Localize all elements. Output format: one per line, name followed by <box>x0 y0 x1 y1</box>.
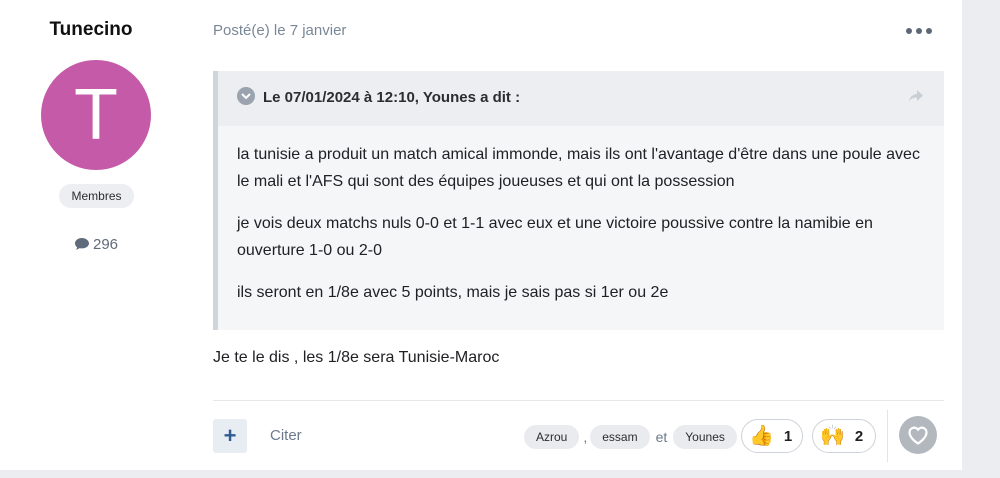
post-content: Je te le dis , les 1/8e sera Tunisie-Mar… <box>213 349 500 366</box>
share-arrow-icon[interactable] <box>908 89 924 108</box>
reaction-count: 2 <box>854 427 864 445</box>
chevron-down-icon[interactable] <box>237 87 255 105</box>
speech-bubble-icon <box>74 238 89 250</box>
quote-paragraph: ils seront en 1/8e avec 5 points, mais j… <box>237 284 669 301</box>
raised-hands-icon: 🙌 <box>820 425 845 447</box>
post-count: 296 <box>0 236 192 253</box>
quote-citation[interactable]: Le 07/01/2024 à 12:10, Younes a dit : <box>263 89 520 106</box>
multiquote-button[interactable]: + <box>213 419 247 453</box>
reactor-separator: et <box>655 429 668 445</box>
ellipsis-icon[interactable] <box>906 24 932 38</box>
post-date-value: 7 janvier <box>289 22 347 39</box>
post-count-value: 296 <box>92 236 119 253</box>
divider <box>887 410 888 462</box>
quote-body: la tunisie a produit un match amical imm… <box>237 141 927 321</box>
avatar[interactable]: T <box>41 60 151 170</box>
reactor-separator: , <box>583 429 588 445</box>
reaction-raised-hands[interactable]: 🙌 2 <box>812 419 876 453</box>
reactors-list: Azrou , essam et Younes <box>524 425 737 449</box>
quote-paragraph: je vois deux matchs nuls 0-0 et 1-1 avec… <box>237 215 873 259</box>
quote-paragraph: la tunisie a produit un match amical imm… <box>237 146 920 190</box>
author-name[interactable]: Tunecino <box>0 19 182 41</box>
thumbs-up-icon: 👍 <box>749 425 774 447</box>
reactor-chip[interactable]: Younes <box>673 425 737 449</box>
avatar-letter: T <box>74 75 118 155</box>
role-badge: Membres <box>59 184 134 208</box>
divider <box>213 400 944 401</box>
quote-header: Le 07/01/2024 à 12:10, Younes a dit : <box>218 71 944 126</box>
quote-block: Le 07/01/2024 à 12:10, Younes a dit : la… <box>213 71 944 330</box>
reactor-chip[interactable]: Azrou <box>524 425 580 449</box>
post-card: Tunecino T Membres 296 Posté(e) le 7 jan… <box>0 0 962 470</box>
post-date[interactable]: Posté(e) le 7 janvier <box>213 22 346 39</box>
reaction-count: 1 <box>783 427 793 445</box>
quote-button[interactable]: Citer <box>270 427 302 444</box>
post-date-prefix: Posté(e) le <box>213 22 286 39</box>
heart-icon[interactable] <box>899 416 937 454</box>
reactor-chip[interactable]: essam <box>590 425 650 449</box>
reaction-thumbs-up[interactable]: 👍 1 <box>741 419 803 453</box>
